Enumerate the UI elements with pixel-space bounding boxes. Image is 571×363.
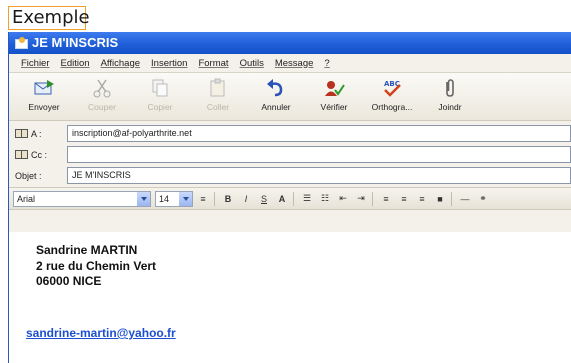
menu-item-insert[interactable]: Insertion	[151, 58, 187, 69]
justify-icon[interactable]: ■	[432, 191, 448, 207]
copy-button[interactable]: Copier	[131, 77, 189, 117]
check-names-icon	[321, 77, 347, 99]
paragraph-style-icon[interactable]: ≡	[195, 191, 211, 207]
paperclip-icon	[437, 77, 463, 99]
undo-button[interactable]: Annuler	[247, 77, 305, 117]
bullet-list-icon[interactable]: ☷	[317, 191, 333, 207]
clipboard-icon	[205, 77, 231, 99]
bold-icon[interactable]: B	[220, 191, 236, 207]
compose-window: JE M'INSCRIS Fichier Edition Affichage I…	[8, 32, 571, 363]
signature-city: 06000 NICE	[36, 274, 102, 288]
paste-button[interactable]: Coller	[189, 77, 247, 117]
italic-icon[interactable]: I	[238, 191, 254, 207]
to-row: A : inscription@af-polyarthrite.net	[9, 124, 571, 143]
scissors-icon	[89, 77, 115, 99]
message-body[interactable]: Sandrine MARTIN 2 rue du Chemin Vert 060…	[9, 232, 571, 363]
cc-row: Cc :	[9, 145, 571, 164]
separator	[372, 191, 373, 206]
main-toolbar: Envoyer Couper Copier Coller Annuler Vér…	[9, 73, 571, 121]
chevron-down-icon[interactable]	[179, 191, 192, 206]
menu-bar: Fichier Edition Affichage Insertion Form…	[9, 54, 571, 73]
menu-item-file[interactable]: Fichier	[21, 58, 50, 69]
cc-field[interactable]	[67, 146, 571, 163]
separator	[214, 191, 215, 206]
attach-button[interactable]: Joindr	[421, 77, 479, 117]
cut-button[interactable]: Couper	[73, 77, 131, 117]
align-center-icon[interactable]: ≡	[396, 191, 412, 207]
signature-name: Sandrine MARTIN	[36, 243, 138, 257]
copy-icon	[147, 77, 173, 99]
menu-item-format[interactable]: Format	[198, 58, 228, 69]
title-bar[interactable]: JE M'INSCRIS	[9, 32, 571, 54]
email-link[interactable]: sandrine-martin@yahoo.fr	[26, 326, 176, 340]
address-book-icon	[15, 150, 28, 159]
horizontal-line-icon[interactable]: —	[457, 191, 473, 207]
font-color-icon[interactable]: A	[274, 191, 290, 207]
underline-icon[interactable]: S	[256, 191, 272, 207]
formatting-toolbar: Arial 14 ≡ B I S A ☰ ☷ ⇤ ⇥ ≡ ≡ ≡ ■ — ⚭	[9, 188, 571, 210]
separator	[451, 191, 452, 206]
cc-label[interactable]: Cc :	[9, 150, 67, 160]
spellcheck-icon: ABC	[379, 77, 405, 99]
check-names-button[interactable]: Vérifier	[305, 77, 363, 117]
font-family-select[interactable]: Arial	[13, 190, 151, 207]
menu-item-view[interactable]: Affichage	[101, 58, 140, 69]
link-icon[interactable]: ⚭	[475, 191, 491, 207]
to-label[interactable]: A :	[9, 129, 67, 139]
to-field[interactable]: inscription@af-polyarthrite.net	[67, 125, 571, 142]
align-left-icon[interactable]: ≡	[378, 191, 394, 207]
send-button[interactable]: Envoyer	[15, 77, 73, 117]
separator	[293, 191, 294, 206]
signature-block: Sandrine MARTIN 2 rue du Chemin Vert 060…	[36, 243, 156, 290]
signature-street: 2 rue du Chemin Vert	[36, 258, 157, 273]
spelling-button[interactable]: ABC Orthogra...	[363, 77, 421, 117]
chevron-down-icon[interactable]	[137, 191, 150, 206]
subject-field[interactable]: JE M'INSCRIS	[67, 167, 571, 184]
subject-row: Objet : JE M'INSCRIS	[9, 166, 571, 185]
message-headers: A : inscription@af-polyarthrite.net Cc :…	[9, 121, 571, 188]
numbered-list-icon[interactable]: ☰	[299, 191, 315, 207]
menu-item-edit[interactable]: Edition	[61, 58, 90, 69]
menu-item-message[interactable]: Message	[275, 58, 314, 69]
send-icon	[31, 77, 57, 99]
increase-indent-icon[interactable]: ⇥	[353, 191, 369, 207]
envelope-icon	[15, 37, 28, 49]
decrease-indent-icon[interactable]: ⇤	[335, 191, 351, 207]
font-size-select[interactable]: 14	[155, 190, 193, 207]
menu-item-help[interactable]: ?	[324, 58, 329, 69]
address-book-icon	[15, 129, 28, 138]
figure-caption: Exemple	[8, 6, 90, 30]
subject-label: Objet :	[15, 170, 42, 181]
window-title: JE M'INSCRIS	[32, 35, 119, 50]
align-right-icon[interactable]: ≡	[414, 191, 430, 207]
menu-item-tools[interactable]: Outils	[240, 58, 264, 69]
undo-icon	[263, 77, 289, 99]
